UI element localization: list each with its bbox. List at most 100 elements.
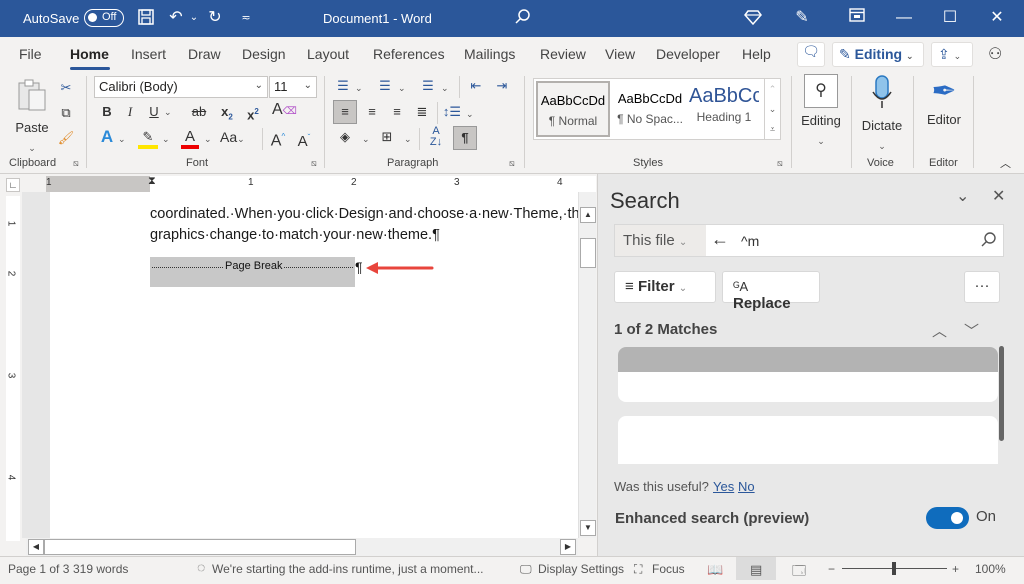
scroll-right-button[interactable]: ▶ [560, 539, 576, 555]
search-result[interactable] [618, 416, 998, 464]
tab-mailings[interactable]: Mailings [464, 46, 515, 62]
display-settings-button[interactable]: Display Settings [538, 562, 624, 576]
style-heading-1[interactable]: AaBbCc Heading 1 [689, 81, 759, 137]
shading-icon[interactable]: ◈ [335, 127, 355, 147]
multilevel-list-icon[interactable]: ☰ [418, 76, 438, 96]
ribbon-display-icon[interactable] [846, 8, 868, 28]
tab-selector-button[interactable]: ∟ [6, 178, 20, 192]
editing-mode-button[interactable]: ✎ Editing ⌄ [832, 42, 924, 67]
close-icon[interactable]: ✕ [986, 8, 1008, 28]
highlight-icon[interactable]: ✎ [138, 127, 158, 149]
minimize-icon[interactable]: — [893, 8, 915, 28]
chevron-down-icon[interactable]: ⌄ [466, 104, 474, 124]
vertical-ruler[interactable]: 1 2 3 4 [5, 196, 20, 541]
scroll-down-button[interactable]: ▼ [580, 520, 596, 536]
decrease-indent-icon[interactable]: ⇤ [466, 76, 486, 96]
tab-view[interactable]: View [605, 46, 635, 62]
align-right-icon[interactable]: ≡ [387, 102, 407, 122]
save-icon[interactable] [135, 8, 157, 32]
align-left-icon[interactable]: ≡ [333, 100, 357, 124]
chevron-down-icon[interactable]: ⌄ [162, 129, 170, 149]
clear-formatting-icon[interactable]: A⌫ [272, 100, 297, 122]
tab-home[interactable]: Home [70, 46, 109, 62]
chevron-down-icon[interactable]: ⌄ [362, 129, 370, 149]
italic-icon[interactable]: I [122, 102, 138, 122]
scrollbar-thumb[interactable] [44, 539, 356, 555]
document-paragraph-line[interactable]: coordinated.·When·you·click·Design·and·c… [150, 206, 578, 222]
editing-button[interactable]: ⚲ Editing ⌄ [800, 74, 842, 151]
expand-gallery-icon[interactable]: ⩡ [765, 119, 780, 139]
sort-icon[interactable]: A Z↓ [425, 126, 447, 148]
enhanced-search-toggle[interactable] [926, 507, 969, 529]
tab-draw[interactable]: Draw [188, 46, 221, 62]
style-normal[interactable]: AaBbCcDd ¶ Normal [536, 81, 610, 137]
autosave-toggle[interactable]: Off [84, 9, 124, 27]
document-paragraph-line[interactable]: graphics·change·to·match·your·new·theme.… [150, 227, 578, 243]
bullets-icon[interactable]: ☰ [333, 76, 353, 96]
diamond-premium-icon[interactable] [742, 8, 764, 32]
dialog-launcher-icon[interactable]: ⧅ [509, 158, 515, 169]
superscript-icon[interactable]: x2 [244, 102, 262, 125]
focus-button[interactable]: Focus [652, 562, 685, 576]
show-formatting-marks-button[interactable]: ¶ [453, 126, 477, 150]
previous-match-icon[interactable]: ︿ [932, 320, 947, 341]
scroll-up-button[interactable]: ▲ [580, 207, 596, 223]
indent-marker[interactable]: ⧗ [148, 175, 156, 188]
font-size-combo[interactable]: 11 ⌄ [269, 76, 317, 98]
style-no-spacing[interactable]: AaBbCcDd ¶ No Spac... [613, 81, 687, 137]
redo-icon[interactable]: ↻ [204, 8, 226, 28]
borders-icon[interactable]: ⊞ [377, 127, 397, 147]
tab-layout[interactable]: Layout [307, 46, 349, 62]
editor-button[interactable]: ✒ Editor [920, 74, 968, 130]
designer-icon[interactable]: ✎ [791, 8, 813, 28]
back-arrow-icon[interactable]: ← [711, 229, 729, 250]
zoom-level[interactable]: 100% [975, 562, 1006, 576]
filter-button[interactable]: ≡ Filter ⌄ [614, 271, 716, 303]
tab-insert[interactable]: Insert [131, 46, 166, 62]
vertical-scrollbar[interactable]: ▲ ▼ [578, 192, 596, 538]
justify-icon[interactable]: ≣ [412, 102, 432, 122]
shrink-font-icon[interactable]: Aˇ [295, 128, 313, 152]
scroll-left-button[interactable]: ◀ [28, 539, 44, 555]
page-break-marker[interactable]: Page Break [150, 257, 355, 287]
dialog-launcher-icon[interactable]: ⧅ [73, 158, 79, 169]
search-result-selected[interactable] [618, 347, 998, 402]
web-layout-icon[interactable]: 🗔 [792, 562, 806, 584]
search-input[interactable]: ^m [741, 233, 759, 249]
scrollbar-thumb[interactable] [580, 238, 596, 268]
search-scope-dropdown[interactable]: This file ⌄ [615, 225, 706, 256]
chevron-down-icon[interactable]: ⌄ [404, 129, 412, 149]
search-icon[interactable] [511, 8, 533, 32]
bold-icon[interactable]: B [99, 102, 115, 122]
increase-indent-icon[interactable]: ⇥ [492, 76, 512, 96]
replace-button[interactable]: ᴳA Replace [722, 271, 820, 312]
chevron-down-icon[interactable]: ⌄ [398, 78, 406, 98]
document-page[interactable] [50, 192, 578, 538]
chevron-down-icon[interactable]: ⌄ [441, 78, 449, 98]
horizontal-scrollbar[interactable]: ◀ ▶ [26, 538, 578, 556]
maximize-icon[interactable]: ☐ [939, 8, 961, 28]
subscript-icon[interactable]: x2 [218, 102, 236, 128]
more-options-button[interactable]: ··· [964, 271, 1000, 303]
collapse-ribbon-icon[interactable]: ︿ [1000, 154, 1011, 174]
dialog-launcher-icon[interactable]: ⧅ [777, 158, 783, 169]
tab-references[interactable]: References [373, 46, 445, 62]
close-pane-icon[interactable]: ✕ [992, 186, 1005, 206]
undo-dropdown-icon[interactable]: ⌄ [183, 8, 205, 28]
chevron-down-icon[interactable]: ⌄ [204, 129, 212, 149]
customize-qat-icon[interactable]: ≂ [235, 8, 257, 28]
text-effects-icon[interactable]: A [97, 127, 117, 147]
word-count[interactable]: 319 words [73, 562, 128, 576]
scroll-down-icon[interactable]: ⌄ [765, 99, 780, 119]
zoom-out-button[interactable]: − [828, 562, 835, 576]
horizontal-ruler[interactable]: 1 ⧗ 1 2 3 4 [46, 175, 596, 192]
font-color-icon[interactable]: A [181, 127, 199, 149]
tab-file[interactable]: File [19, 46, 42, 62]
page-indicator[interactable]: Page 1 of 3 [8, 562, 69, 576]
tab-help[interactable]: Help [742, 46, 771, 62]
grow-font-icon[interactable]: A^ [269, 127, 287, 151]
read-mode-icon[interactable]: 📖 [707, 562, 723, 578]
scroll-up-icon[interactable]: ⌃ [765, 79, 780, 99]
feedback-no-link[interactable]: No [738, 479, 755, 494]
format-painter-icon[interactable]: 🖌 [56, 128, 76, 148]
